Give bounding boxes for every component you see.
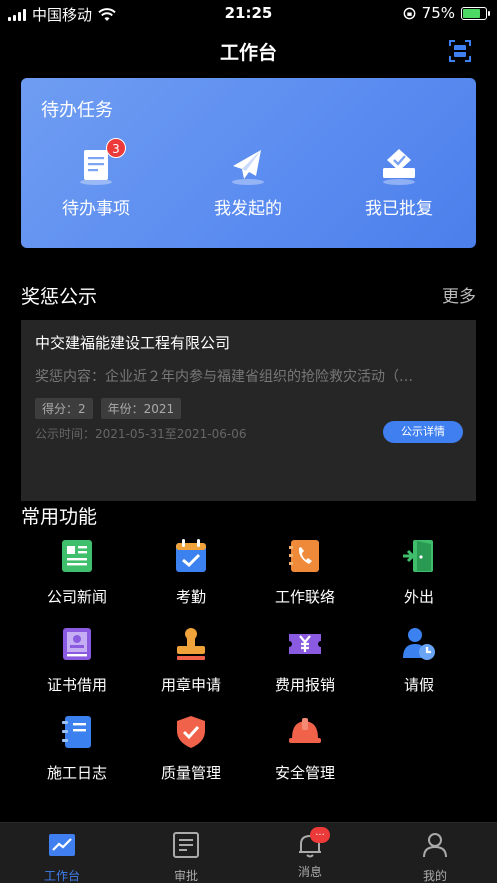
func-go-out[interactable]: 外出 — [364, 538, 474, 607]
functions-section-title: 常用功能 — [21, 506, 98, 528]
shield-check-icon — [177, 716, 205, 748]
phone-book-icon — [289, 540, 319, 572]
newspaper-icon — [62, 540, 92, 572]
page-title: 工作台 — [219, 42, 277, 64]
pending-count-badge: 3 — [106, 138, 126, 158]
func-label: 安全管理 — [274, 764, 335, 782]
battery-icon — [461, 6, 490, 20]
todo-item-label: 待办事项 — [62, 199, 130, 219]
todo-item-approved[interactable]: 我已批复 — [339, 146, 459, 219]
ticket-yen-icon — [289, 634, 321, 654]
messages-badge: ... — [310, 827, 330, 843]
func-seal-request[interactable]: 用章申请 — [136, 626, 246, 695]
func-work-contact[interactable]: 工作联络 — [250, 538, 360, 607]
func-attendance[interactable]: 考勤 — [136, 538, 246, 607]
battery-percent: 75% — [421, 4, 455, 22]
notice-time: 公示时间：2021-05-31至2021-06-06 — [35, 427, 247, 441]
notice-card[interactable]: 中交建福能建设工程有限公司 奖惩内容：企业近２年内参与福建省组织的抢险救灾活动（… — [21, 320, 476, 501]
func-label: 请假 — [403, 676, 434, 694]
func-label: 证书借用 — [46, 676, 107, 694]
notice-tags: 得分：2 年份：2021 — [35, 398, 182, 419]
person-clock-icon — [403, 628, 435, 660]
todo-item-label: 我发起的 — [214, 199, 282, 219]
rewards-section-title: 奖惩公示 — [21, 286, 98, 308]
scan-icon[interactable] — [449, 40, 471, 62]
func-company-news[interactable]: 公司新闻 — [22, 538, 132, 607]
func-label: 考勤 — [175, 588, 206, 606]
nav-bar: 工作台 — [0, 28, 497, 74]
func-quality-management[interactable]: 质量管理 — [136, 714, 246, 783]
calendar-check-icon — [176, 539, 206, 572]
func-certificate-borrow[interactable]: 证书借用 — [22, 626, 132, 695]
func-label: 施工日志 — [46, 764, 107, 782]
func-safety-management[interactable]: 安全管理 — [250, 714, 360, 783]
chart-line-icon — [49, 834, 75, 856]
tab-messages[interactable]: ... 消息 — [248, 827, 372, 880]
year-tag: 年份：2021 — [100, 398, 182, 419]
func-label: 公司新闻 — [46, 588, 107, 606]
stamp-icon — [177, 628, 205, 660]
document-icon: 3 — [76, 138, 126, 186]
tab-label: 工作台 — [43, 869, 80, 883]
status-right: 75% — [403, 4, 490, 22]
func-label: 费用报销 — [274, 676, 335, 694]
todo-title: 待办任务 — [41, 100, 113, 121]
tab-bar: 工作台 审批 ... 消息 我的 — [0, 822, 497, 883]
func-label: 用章申请 — [160, 676, 221, 694]
notebook-icon — [62, 716, 91, 748]
user-icon — [423, 833, 447, 858]
todo-card: 待办任务 3 待办事项 我发起的 我已批复 — [21, 78, 476, 248]
tab-label: 我的 — [422, 869, 447, 883]
hard-hat-icon — [289, 718, 321, 743]
exit-door-icon — [403, 540, 433, 572]
func-leave[interactable]: 请假 — [364, 626, 474, 695]
todo-item-pending[interactable]: 3 待办事项 — [36, 138, 156, 219]
tab-workbench[interactable]: 工作台 — [0, 831, 124, 883]
status-bar: 中国移动 21:25 75% — [0, 0, 497, 26]
notice-detail-button[interactable]: 公示详情 — [383, 421, 463, 443]
tab-label: 消息 — [297, 865, 322, 879]
todo-item-initiated[interactable]: 我发起的 — [188, 146, 308, 219]
func-construction-log[interactable]: 施工日志 — [22, 714, 132, 783]
paper-plane-icon — [228, 146, 268, 186]
func-label: 外出 — [403, 588, 434, 606]
certificate-icon — [63, 628, 91, 660]
score-tag: 得分：2 — [35, 398, 93, 419]
func-label: 工作联络 — [274, 588, 335, 606]
document-list-icon — [173, 832, 199, 858]
bell-icon: ... — [296, 827, 330, 859]
func-label: 质量管理 — [160, 764, 221, 782]
func-expense[interactable]: 费用报销 — [250, 626, 360, 695]
more-link[interactable]: 更多 — [442, 282, 476, 307]
tab-profile[interactable]: 我的 — [373, 831, 497, 883]
orientation-lock-icon — [403, 7, 416, 19]
todo-item-label: 我已批复 — [365, 199, 433, 219]
ballot-box-icon — [379, 146, 419, 186]
tab-approval[interactable]: 审批 — [124, 831, 248, 883]
notice-content: 奖惩内容：企业近２年内参与福建省组织的抢险救灾活动（… — [35, 369, 413, 385]
company-name: 中交建福能建设工程有限公司 — [35, 334, 231, 352]
tab-label: 审批 — [173, 869, 198, 883]
